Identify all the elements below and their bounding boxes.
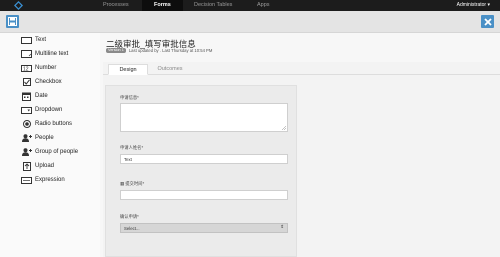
field-label: ▦ 提交时间* bbox=[120, 181, 145, 186]
palette-label: Number bbox=[35, 65, 57, 71]
top-nav-bar: Processes Forms Decision Tables Apps Adm… bbox=[0, 0, 500, 11]
field-label: 申请人姓名* bbox=[120, 145, 144, 150]
palette-item-radio-buttons[interactable]: Radio buttons bbox=[21, 119, 72, 129]
editor-toolbar bbox=[0, 11, 500, 33]
form-editor: 二级审批_填写审批信息 Version 1 Last updated by . … bbox=[100, 33, 500, 257]
nav-apps[interactable]: Apps bbox=[257, 0, 270, 11]
field-value: Text bbox=[124, 157, 132, 162]
palette-item-people[interactable]: People bbox=[21, 133, 54, 143]
palette-item-multiline-text[interactable]: Multiline text bbox=[21, 49, 68, 59]
palette-item-group-of-people[interactable]: Group of people bbox=[21, 147, 78, 157]
logo-icon[interactable] bbox=[14, 1, 23, 10]
palette-item-expression[interactable]: Expression bbox=[21, 175, 65, 185]
palette-label: Radio buttons bbox=[35, 121, 73, 127]
svg-text:12: 12 bbox=[23, 66, 29, 72]
last-updated-text: Last updated by . Last Thursday at 10:54… bbox=[128, 48, 213, 53]
save-icon bbox=[8, 17, 17, 26]
palette-label: Checkbox bbox=[35, 79, 62, 85]
palette-label: Dropdown bbox=[35, 107, 63, 113]
people-icon bbox=[21, 134, 32, 142]
checkbox-icon bbox=[21, 78, 32, 86]
tab-design[interactable]: Design bbox=[108, 64, 148, 75]
tab-outcomes[interactable]: Outcomes bbox=[148, 64, 192, 75]
palette-label: Group of people bbox=[35, 149, 79, 155]
textarea-field[interactable] bbox=[120, 103, 288, 132]
palette-label: Text bbox=[35, 37, 47, 43]
palette-item-date[interactable]: Date bbox=[21, 91, 48, 101]
group-icon bbox=[21, 148, 32, 156]
palette-item-dropdown[interactable]: Dropdown bbox=[21, 105, 62, 115]
number-icon: 12 bbox=[21, 64, 32, 72]
form-canvas[interactable]: 申请信息* 申请人姓名* Text ▦ 提交时间* 确认申请* Select..… bbox=[105, 85, 297, 257]
palette-label: Expression bbox=[35, 177, 65, 183]
palette-label: Date bbox=[35, 93, 48, 99]
palette-label: People bbox=[35, 135, 54, 141]
user-menu[interactable]: Administrator ▾ bbox=[457, 0, 490, 11]
text-icon bbox=[21, 36, 32, 44]
nav-decision-tables[interactable]: Decision Tables bbox=[194, 0, 232, 11]
editor-tabs: Design Outcomes bbox=[103, 62, 500, 75]
palette-label: Upload bbox=[35, 163, 55, 169]
palette-item-checkbox[interactable]: Checkbox bbox=[21, 77, 62, 87]
expression-icon bbox=[21, 176, 32, 184]
dropdown-icon bbox=[21, 106, 32, 114]
radio-icon bbox=[21, 120, 32, 128]
version-badge: Version 1 bbox=[106, 48, 126, 53]
palette-item-number[interactable]: 12 Number bbox=[21, 63, 56, 73]
select-arrows-icon: ⇕ bbox=[280, 224, 284, 229]
field-label: 申请信息* bbox=[120, 95, 139, 100]
text-field[interactable]: Text bbox=[120, 154, 288, 164]
save-button[interactable] bbox=[6, 15, 19, 28]
nav-processes[interactable]: Processes bbox=[103, 0, 129, 11]
select-field[interactable]: Select... ⇕ bbox=[120, 223, 288, 233]
date-icon bbox=[21, 92, 32, 101]
upload-icon bbox=[21, 161, 32, 171]
multiline-text-icon bbox=[21, 50, 32, 58]
palette-label: Multiline text bbox=[35, 51, 69, 57]
date-field[interactable] bbox=[120, 190, 288, 200]
palette-item-upload[interactable]: Upload bbox=[21, 161, 54, 171]
close-button[interactable] bbox=[481, 15, 494, 28]
form-meta: Version 1 Last updated by . Last Thursda… bbox=[106, 48, 212, 53]
field-label: 确认申请* bbox=[120, 214, 139, 219]
field-palette: Text Multiline text 12 Number Checkbox D… bbox=[0, 33, 100, 257]
field-value: Select... bbox=[124, 226, 140, 231]
palette-item-text[interactable]: Text bbox=[21, 35, 46, 45]
close-icon bbox=[483, 17, 492, 26]
resize-handle-icon[interactable] bbox=[282, 126, 286, 130]
